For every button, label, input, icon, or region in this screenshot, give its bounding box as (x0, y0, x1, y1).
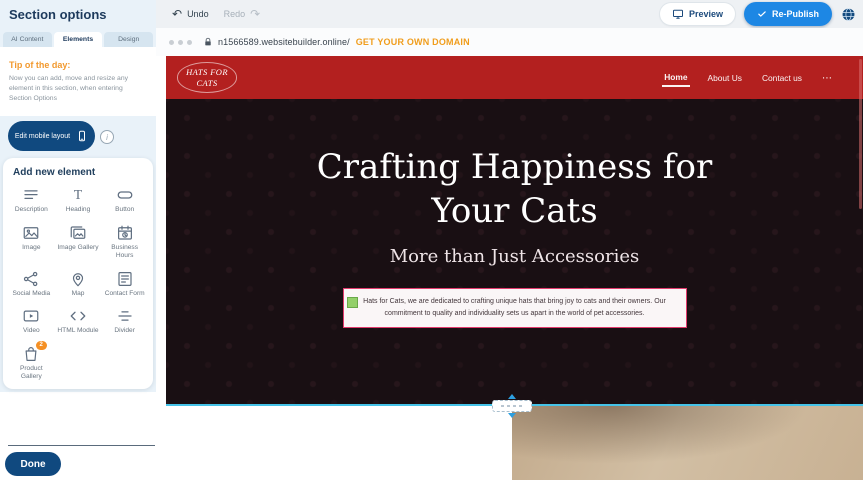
window-dot (178, 40, 183, 45)
notification-badge: 2 (36, 341, 47, 350)
window-dot (187, 40, 192, 45)
undo-button[interactable]: Undo (187, 9, 209, 19)
tip-of-the-day: Tip of the day: Now you can add, move an… (0, 47, 156, 116)
element-map[interactable]: Map (55, 270, 102, 299)
tab-design[interactable]: Design (104, 32, 153, 47)
site-logo[interactable]: HATS FOR CATS (177, 62, 237, 92)
element-label: Social Media (12, 290, 50, 299)
tip-body: Now you can add, move and resize any ele… (9, 74, 147, 105)
video-icon (22, 307, 40, 325)
next-section-photo (512, 406, 863, 480)
resize-handle[interactable] (347, 297, 358, 308)
monitor-icon (672, 8, 684, 20)
nav-contact-us[interactable]: Contact us (760, 69, 804, 86)
element-video[interactable]: Video (8, 307, 55, 336)
sidebar-divider (8, 445, 155, 446)
check-icon (757, 9, 767, 19)
element-label: Video (23, 327, 40, 336)
contact-form-icon (116, 270, 134, 288)
section-resize-handle[interactable] (492, 394, 532, 418)
element-social-media[interactable]: Social Media (8, 270, 55, 299)
hero-subtitle: More than Just Accessories (390, 246, 640, 267)
svg-text:T: T (74, 187, 83, 202)
drag-handle-pill (492, 400, 532, 412)
site-nav: Home About Us Contact us ⋯ (662, 68, 835, 87)
nav-more-icon[interactable]: ⋯ (820, 69, 835, 87)
element-contact-form[interactable]: Contact Form (101, 270, 148, 299)
element-image[interactable]: Image (8, 224, 55, 261)
panel-title: Section options (9, 7, 107, 22)
element-heading[interactable]: T Heading (55, 186, 102, 215)
element-button[interactable]: Button (101, 186, 148, 215)
site-header: HATS FOR CATS Home About Us Contact us ⋯ (166, 56, 863, 99)
section-options-sidebar: Section options AI Content Elements Desi… (0, 0, 156, 480)
element-grid: Description T Heading Button Image (8, 186, 148, 382)
element-description[interactable]: Description (8, 186, 55, 215)
element-label: Image (22, 244, 40, 253)
image-icon (22, 224, 40, 242)
element-divider[interactable]: Divider (101, 307, 148, 336)
element-label: Business Hours (104, 244, 146, 261)
social-media-icon (22, 270, 40, 288)
get-domain-link[interactable]: GET YOUR OWN DOMAIN (356, 37, 470, 47)
description-icon (22, 186, 40, 204)
element-image-gallery[interactable]: Image Gallery (55, 224, 102, 261)
element-label: Map (72, 290, 85, 299)
button-icon (116, 186, 134, 204)
image-gallery-icon (69, 224, 87, 242)
window-control-dots (169, 40, 192, 45)
preview-scrollbar[interactable] (859, 59, 862, 209)
arrow-up-icon (508, 394, 516, 399)
mobile-phone-icon (76, 130, 88, 142)
divider-icon (116, 307, 134, 325)
element-product-gallery[interactable]: 2 Product Gallery (8, 345, 55, 382)
redo-icon[interactable]: ↷ (250, 8, 260, 20)
republish-button-label: Re-Publish (772, 9, 819, 19)
done-button[interactable]: Done (5, 452, 61, 476)
hero-text-block[interactable]: Hats for Cats, we are dedicated to craft… (343, 288, 687, 328)
element-label: Divider (114, 327, 135, 336)
add-element-title: Add new element (13, 167, 148, 178)
preview-button[interactable]: Preview (660, 3, 735, 25)
info-icon[interactable]: i (100, 130, 114, 144)
element-label: Description (15, 206, 48, 215)
lock-icon (203, 37, 213, 47)
preview-button-label: Preview (689, 9, 723, 19)
site-url: n1566589.websitebuilder.online/ (218, 37, 350, 47)
element-business-hours[interactable]: Business Hours (101, 224, 148, 261)
edit-mobile-layout-label: Edit mobile layout (15, 133, 70, 140)
language-globe-icon[interactable] (841, 7, 856, 22)
drag-handle-dots (501, 405, 523, 407)
browser-chrome-bar: n1566589.websitebuilder.online/ GET YOUR… (156, 28, 863, 56)
nav-about-us[interactable]: About Us (706, 69, 744, 86)
tip-title: Tip of the day: (9, 60, 147, 70)
map-pin-icon (69, 270, 87, 288)
element-label: Button (115, 206, 134, 215)
hero-text: Hats for Cats, we are dedicated to craft… (363, 298, 666, 317)
edit-mobile-layout-button[interactable]: Edit mobile layout (8, 121, 95, 151)
site-preview-canvas: HATS FOR CATS Home About Us Contact us ⋯… (166, 56, 863, 480)
element-label: Heading (66, 206, 91, 215)
hero-title: Crafting Happiness for Your Cats (280, 145, 750, 233)
element-label: Image Gallery (57, 244, 98, 253)
element-label: Product Gallery (10, 365, 52, 382)
html-code-icon (69, 307, 87, 325)
sidebar-tabs: AI Content Elements Design (3, 32, 153, 47)
add-element-card: Add new element Description T Heading Bu… (3, 158, 153, 389)
element-label: Contact Form (105, 290, 145, 299)
builder-topbar: ↶ Undo Redo ↷ Preview Re-Publish (156, 0, 863, 28)
business-hours-icon (116, 224, 134, 242)
nav-home[interactable]: Home (662, 68, 689, 87)
republish-button[interactable]: Re-Publish (744, 2, 832, 26)
arrow-down-icon (508, 413, 516, 418)
element-html-module[interactable]: HTML Module (55, 307, 102, 336)
element-label: HTML Module (57, 327, 98, 336)
tab-elements[interactable]: Elements (54, 32, 103, 47)
redo-button[interactable]: Redo (224, 9, 246, 19)
hero-section[interactable]: Crafting Happiness for Your Cats More th… (166, 99, 863, 406)
undo-icon[interactable]: ↶ (172, 8, 182, 20)
heading-icon: T (69, 186, 87, 204)
window-dot (169, 40, 174, 45)
tab-ai-content[interactable]: AI Content (3, 32, 52, 47)
